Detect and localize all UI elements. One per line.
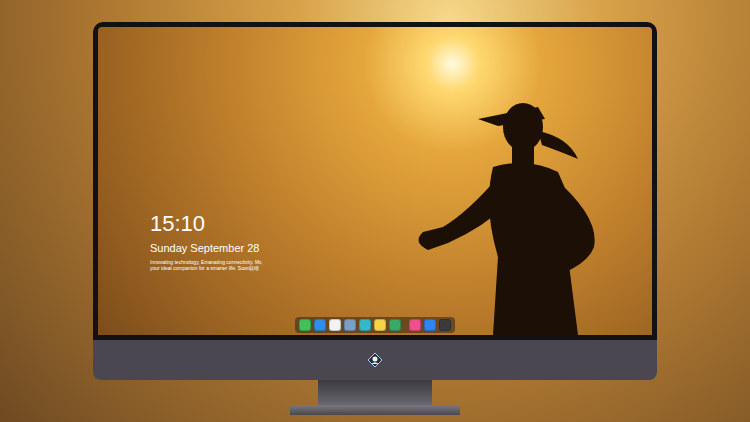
lock-screen[interactable]: 15:10 Sunday September 28 Innovating techn…: [98, 27, 652, 335]
dock-app-icon[interactable]: [424, 319, 436, 331]
dock-app-icon[interactable]: [374, 319, 386, 331]
tagline-line: your ideal companion for a smarter life.…: [150, 265, 263, 271]
clock-widget: 15:10 Sunday September 28 Innovating techn…: [150, 211, 263, 271]
dock-group: [299, 319, 401, 331]
dock-app-icon[interactable]: [299, 319, 311, 331]
dock-app-icon[interactable]: [439, 319, 451, 331]
monitor-base: [290, 405, 460, 415]
monitor-bezel: 15:10 Sunday September 28 Innovating techn…: [93, 22, 657, 340]
dock-app-icon[interactable]: [329, 319, 341, 331]
mockup-scene: 15:10 Sunday September 28 Innovating techn…: [0, 0, 750, 422]
tagline: Innovating technology, Emanating connect…: [150, 259, 263, 271]
tagline-line: Innovating technology, Emanating connect…: [150, 259, 263, 265]
clock-time: 15:10: [150, 211, 263, 237]
monitor-neck: [318, 380, 432, 405]
brand-logo-icon: [367, 352, 383, 368]
runner-silhouette-icon: [98, 27, 652, 335]
monitor-chin: [93, 340, 657, 380]
dock-app-icon[interactable]: [314, 319, 326, 331]
dock: [295, 317, 455, 333]
clock-date: Sunday September 28: [150, 241, 263, 255]
dock-app-icon[interactable]: [409, 319, 421, 331]
dock-app-icon[interactable]: [389, 319, 401, 331]
dock-group: [409, 319, 451, 331]
dock-app-icon[interactable]: [344, 319, 356, 331]
dock-app-icon[interactable]: [359, 319, 371, 331]
